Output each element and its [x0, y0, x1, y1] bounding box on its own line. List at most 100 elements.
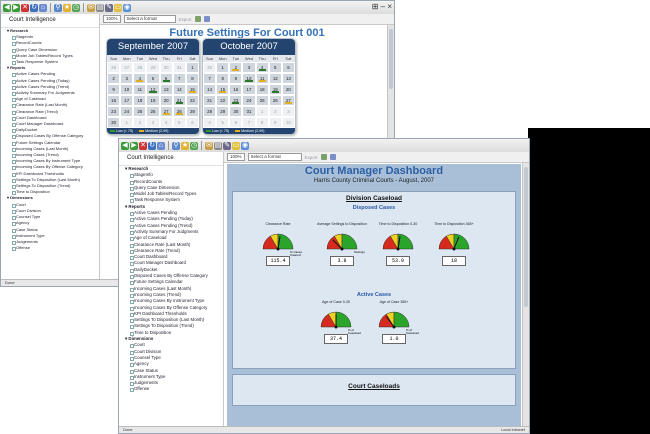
back-icon[interactable]: ◀ [121, 141, 129, 150]
calendar-day[interactable]: 26 [146, 106, 160, 117]
history-icon[interactable]: ◷ [72, 3, 80, 12]
calendar-day[interactable]: 5 [146, 73, 160, 84]
search-icon[interactable]: ⚲ [172, 141, 180, 150]
calendar-day[interactable]: 29 [216, 106, 230, 117]
calendar-day[interactable]: 14 [172, 84, 186, 95]
calendar-day[interactable]: 19 [268, 84, 282, 95]
calendar-day[interactable]: 30 [159, 62, 173, 73]
calendar-day[interactable]: 7 [172, 73, 186, 84]
calendar-day[interactable]: 16 [107, 95, 121, 106]
calendar-day[interactable]: 28 [133, 62, 147, 73]
calendar-day[interactable]: 1 [185, 62, 199, 73]
edit-icon[interactable]: ✎ [223, 141, 231, 150]
calendar-day[interactable]: 2 [229, 62, 243, 73]
calendar-day[interactable]: 27 [159, 106, 173, 117]
messenger-icon[interactable]: ◉ [241, 141, 249, 150]
calendar-day[interactable]: 31 [242, 106, 256, 117]
tree-item[interactable]: Task Response System [125, 197, 223, 204]
mail-icon[interactable]: ✉ [205, 141, 213, 150]
folder-icon[interactable]: ▭ [232, 141, 240, 150]
home-icon[interactable]: ⌂ [39, 3, 47, 12]
calendar-day[interactable]: 1 [216, 62, 230, 73]
zoom-select[interactable]: 100% [103, 15, 121, 23]
edit-icon[interactable]: ✎ [105, 3, 113, 12]
format-select[interactable]: Select a format [247, 153, 302, 161]
calendar-day[interactable]: 8 [255, 117, 269, 128]
print-icon[interactable]: ▤ [214, 141, 222, 150]
calendar-day[interactable]: 27 [120, 62, 134, 73]
calendar-day[interactable]: 28 [203, 106, 217, 117]
calendar-day[interactable]: 11 [255, 73, 269, 84]
calendar-day[interactable]: 30 [107, 117, 121, 128]
calendar-day[interactable]: 28 [172, 106, 186, 117]
calendar-day[interactable]: 6 [159, 73, 173, 84]
calendar-day[interactable]: 11 [133, 84, 147, 95]
tree-item[interactable]: Time to Disposition [7, 189, 99, 196]
calendar-day[interactable]: 29 [146, 62, 160, 73]
calendar-day[interactable]: 15 [216, 84, 230, 95]
refresh-report-icon[interactable] [194, 16, 201, 22]
print-icon[interactable]: ▤ [96, 3, 104, 12]
calendar-day[interactable]: 26 [107, 62, 121, 73]
calendar-day[interactable]: 9 [268, 117, 282, 128]
calendar-day[interactable]: 8 [216, 73, 230, 84]
calendar-day[interactable]: 5 [172, 117, 186, 128]
calendar-day[interactable]: 4 [133, 73, 147, 84]
calendar-day[interactable]: 4 [203, 117, 217, 128]
calendar-day[interactable]: 20 [281, 84, 295, 95]
print-report-icon[interactable] [203, 16, 210, 22]
export-link[interactable]: Export [305, 155, 318, 160]
calendar-day[interactable]: 16 [229, 84, 243, 95]
calendar-day[interactable]: 21 [203, 95, 217, 106]
calendar-day[interactable]: 3 [146, 117, 160, 128]
calendar-day[interactable]: 25 [255, 95, 269, 106]
calendar-day[interactable]: 2 [268, 106, 282, 117]
calendar-day[interactable]: 2 [133, 117, 147, 128]
calendar-day[interactable]: 22 [185, 95, 199, 106]
tree-item[interactable]: Offense [7, 245, 99, 252]
tree-item[interactable]: Offense [125, 386, 223, 393]
calendar-day[interactable]: 17 [242, 84, 256, 95]
calendar-day[interactable]: 9 [107, 84, 121, 95]
tree-item[interactable]: Time to Disposition [125, 330, 223, 337]
calendar-day[interactable]: 3 [120, 73, 134, 84]
folder-icon[interactable]: ▭ [114, 3, 122, 12]
calendar-day[interactable]: 30 [203, 62, 217, 73]
calendar-day[interactable]: 6 [229, 117, 243, 128]
forward-icon[interactable]: ▶ [130, 141, 138, 150]
calendar-day[interactable]: 12 [146, 84, 160, 95]
window-controls[interactable]: ⊞ – × [372, 2, 392, 11]
calendar-day[interactable]: 6 [185, 117, 199, 128]
mail-icon[interactable]: ✉ [87, 3, 95, 12]
calendar-day[interactable]: 30 [229, 106, 243, 117]
stop-icon[interactable]: ✕ [139, 141, 147, 150]
calendar-day[interactable]: 4 [255, 62, 269, 73]
calendar-day[interactable]: 4 [159, 117, 173, 128]
refresh-icon[interactable]: ↻ [30, 3, 38, 12]
back-icon[interactable]: ◀ [3, 3, 11, 12]
calendar-day[interactable]: 12 [268, 73, 282, 84]
calendar-day[interactable]: 22 [216, 95, 230, 106]
calendar-day[interactable]: 1 [120, 117, 134, 128]
calendar-day[interactable]: 31 [172, 62, 186, 73]
scrollbar-thumb[interactable] [389, 29, 393, 89]
refresh-report-icon[interactable] [320, 154, 327, 160]
search-icon[interactable]: ⚲ [54, 3, 62, 12]
calendar-day[interactable]: 8 [185, 73, 199, 84]
calendar-day[interactable]: 29 [185, 106, 199, 117]
calendar-day[interactable]: 20 [159, 95, 173, 106]
history-icon[interactable]: ◷ [190, 141, 198, 150]
calendar-day[interactable]: 5 [268, 62, 282, 73]
export-link[interactable]: Export [179, 17, 192, 22]
favorites-icon[interactable]: ★ [181, 141, 189, 150]
calendar-day[interactable]: 2 [107, 73, 121, 84]
calendar-day[interactable]: 5 [216, 117, 230, 128]
forward-icon[interactable]: ▶ [12, 3, 20, 12]
calendar-day[interactable]: 18 [255, 84, 269, 95]
format-select[interactable]: Select a format [123, 15, 176, 23]
messenger-icon[interactable]: ◉ [123, 3, 131, 12]
scrollbar-thumb[interactable] [524, 167, 528, 307]
calendar-day[interactable]: 26 [268, 95, 282, 106]
calendar-day[interactable]: 13 [281, 73, 295, 84]
calendar-day[interactable]: 7 [203, 73, 217, 84]
